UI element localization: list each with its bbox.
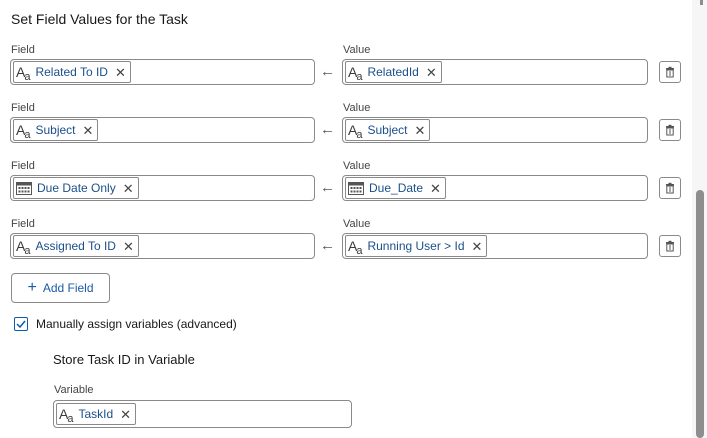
manual-assign-label[interactable]: Manually assign variables (advanced): [36, 317, 237, 331]
field-mapping-row: Field Value Aa Related To ID ✕ ← Aa Rela…: [0, 44, 707, 96]
field-mapping-row: Field Value Aa Assigned To ID ✕ ← Aa Run…: [0, 218, 707, 270]
add-field-label: Add Field: [42, 281, 94, 295]
value-pill[interactable]: Aa RelatedId ✕: [345, 61, 442, 83]
arrow-left-icon: ←: [320, 121, 335, 138]
arrow-left-icon: ←: [320, 179, 335, 196]
value-input[interactable]: Aa RelatedId ✕: [342, 59, 648, 85]
field-label: Field: [11, 218, 35, 230]
value-label: Value: [343, 102, 371, 114]
text-icon: Aa: [16, 237, 31, 257]
value-label: Value: [343, 160, 371, 172]
field-label: Field: [11, 44, 35, 56]
field-pill[interactable]: Aa Related To ID ✕: [13, 61, 131, 83]
value-input[interactable]: Aa Running User > Id ✕: [342, 233, 648, 259]
store-section-title: Store Task ID in Variable: [53, 352, 195, 367]
plus-icon: +: [27, 279, 37, 296]
variable-input[interactable]: Aa TaskId ✕: [53, 400, 352, 428]
value-pill-label: Running User > Id: [367, 239, 465, 253]
field-pill-label: Related To ID: [35, 65, 108, 79]
trash-icon: [666, 124, 674, 136]
add-field-button[interactable]: + Add Field: [11, 273, 110, 303]
trash-icon: [666, 182, 674, 194]
field-input[interactable]: Due Date Only ✕: [10, 175, 315, 201]
remove-icon[interactable]: ✕: [83, 124, 94, 137]
value-pill-label: Subject: [367, 123, 408, 137]
remove-icon[interactable]: ✕: [123, 240, 134, 253]
field-input[interactable]: Aa Related To ID ✕: [10, 59, 315, 85]
delete-row-button[interactable]: [659, 119, 681, 141]
value-pill-label: Due_Date: [369, 181, 424, 195]
text-icon: Aa: [348, 237, 363, 257]
field-pill[interactable]: Aa Assigned To ID ✕: [13, 235, 139, 257]
field-input[interactable]: Aa Assigned To ID ✕: [10, 233, 315, 259]
remove-icon[interactable]: ✕: [120, 408, 131, 421]
value-input[interactable]: Due_Date ✕: [342, 175, 648, 201]
field-pill-label: Subject: [35, 123, 76, 137]
field-mapping-row: Field Value Aa Subject ✕ ← Aa Subject ✕: [0, 102, 707, 154]
field-label: Field: [11, 102, 35, 114]
calendar-icon: [16, 181, 32, 195]
field-pill-label: Assigned To ID: [35, 239, 116, 253]
remove-icon[interactable]: ✕: [123, 182, 134, 195]
delete-row-button[interactable]: [659, 177, 681, 199]
text-icon: Aa: [16, 121, 31, 141]
arrow-left-icon: ←: [320, 63, 335, 80]
remove-icon[interactable]: ✕: [115, 66, 126, 79]
trash-icon: [666, 66, 674, 78]
text-icon: Aa: [348, 63, 363, 83]
remove-icon[interactable]: ✕: [426, 66, 437, 79]
scrollbar-top-marker: [700, 0, 703, 5]
value-input[interactable]: Aa Subject ✕: [342, 117, 648, 143]
field-pill-label: Due Date Only: [37, 181, 116, 195]
remove-icon[interactable]: ✕: [472, 240, 483, 253]
variable-label: Variable: [54, 384, 94, 396]
field-mapping-row: Field Value Due Date Only ✕ ← Due_Date ✕: [0, 160, 707, 212]
scrollbar-thumb[interactable]: [696, 190, 704, 438]
checkmark-icon: [16, 320, 26, 328]
remove-icon[interactable]: ✕: [415, 124, 426, 137]
text-icon: Aa: [16, 63, 31, 83]
field-pill[interactable]: Due Date Only ✕: [13, 177, 139, 199]
text-icon: Aa: [348, 121, 363, 141]
value-pill-label: RelatedId: [367, 65, 419, 79]
field-label: Field: [11, 160, 35, 172]
trash-icon: [666, 240, 674, 252]
field-input[interactable]: Aa Subject ✕: [10, 117, 315, 143]
value-pill[interactable]: Due_Date ✕: [345, 177, 446, 199]
delete-row-button[interactable]: [659, 235, 681, 257]
calendar-icon: [348, 181, 364, 195]
value-label: Value: [343, 44, 371, 56]
arrow-left-icon: ←: [320, 237, 335, 254]
variable-pill-label: TaskId: [78, 407, 114, 421]
field-pill[interactable]: Aa Subject ✕: [13, 119, 99, 141]
text-icon: Aa: [59, 405, 74, 425]
delete-row-button[interactable]: [659, 61, 681, 83]
value-pill[interactable]: Aa Running User > Id ✕: [345, 235, 488, 257]
variable-pill[interactable]: Aa TaskId ✕: [56, 403, 137, 425]
remove-icon[interactable]: ✕: [430, 182, 441, 195]
value-pill[interactable]: Aa Subject ✕: [345, 119, 431, 141]
manual-assign-checkbox[interactable]: [14, 317, 28, 331]
section-title: Set Field Values for the Task: [11, 11, 188, 27]
value-label: Value: [343, 218, 371, 230]
